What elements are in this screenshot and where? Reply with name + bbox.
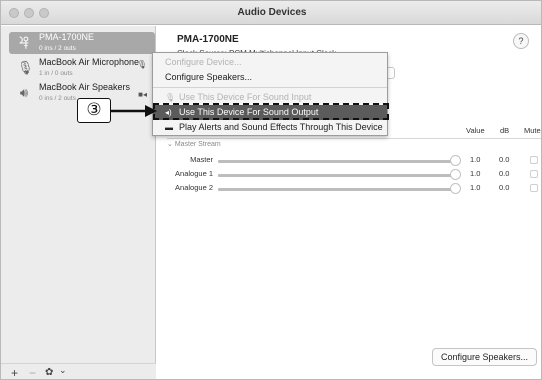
menu-item-configure-speakers[interactable]: Configure Speakers... xyxy=(153,70,387,85)
usb-icon: ⯠ xyxy=(19,35,29,50)
audio-devices-window: Audio Devices ⯠ PMA-1700NE 0 ins / 2 out… xyxy=(0,0,542,380)
help-button[interactable]: ? xyxy=(513,33,529,49)
device-item-pma-1700ne[interactable]: ⯠ PMA-1700NE 0 ins / 2 outs xyxy=(9,32,155,54)
channel-label: Master xyxy=(190,155,213,164)
menu-item-label: Configure Speakers... xyxy=(165,72,253,82)
db-readout: 0.0 xyxy=(499,155,510,164)
volume-row: Master 1.0 0.0 xyxy=(157,154,541,168)
device-name: MacBook Air Microphone xyxy=(39,57,140,67)
column-header-db: dB xyxy=(500,126,510,135)
menu-separator xyxy=(153,87,387,88)
value-readout: 1.0 xyxy=(470,169,481,178)
device-channels: 0 ins / 2 outs xyxy=(39,45,76,52)
value-readout: 1.0 xyxy=(470,155,481,164)
volume-slider-track[interactable] xyxy=(218,188,454,191)
mute-checkbox[interactable] xyxy=(530,184,538,192)
mute-checkbox[interactable] xyxy=(530,156,538,164)
device-channels: 1 in / 0 outs xyxy=(39,70,73,77)
microphone-icon: 🎙︎ xyxy=(17,60,34,75)
remove-device-button[interactable]: − xyxy=(29,366,36,379)
callout-arrow xyxy=(111,105,157,117)
configure-speakers-button[interactable]: Configure Speakers... xyxy=(431,348,537,366)
highlight-dashed-box xyxy=(153,103,389,120)
header-divider xyxy=(167,138,541,139)
device-item-macbook-air-microphone[interactable]: 🎙︎ MacBook Air Microphone 1 in / 0 outs … xyxy=(9,57,155,79)
menu-item-label: Configure Device... xyxy=(165,57,242,67)
output-default-icon: ■◂ xyxy=(138,90,147,99)
channel-label: Analogue 2 xyxy=(175,183,213,192)
input-default-icon: 🎙︎ xyxy=(136,60,147,69)
speaker-icon: 🔊︎ xyxy=(19,85,29,100)
device-list-sidebar: ⯠ PMA-1700NE 0 ins / 2 outs 🎙︎ MacBook A… xyxy=(1,26,156,379)
master-stream-group[interactable]: ⌄ Master Stream xyxy=(167,140,221,148)
db-readout: 0.0 xyxy=(499,169,510,178)
menu-item-play-alerts[interactable]: ▬ Play Alerts and Sound Effects Through … xyxy=(153,120,387,135)
stream-label: Master Stream xyxy=(174,141,221,148)
column-header-mute: Mute xyxy=(524,126,541,135)
window-title: Audio Devices xyxy=(237,7,307,18)
channel-label: Analogue 1 xyxy=(175,169,213,178)
volume-row: Analogue 2 1.0 0.0 xyxy=(157,182,541,196)
sidebar-toolbar: + − ✿ ⌄ xyxy=(1,363,156,379)
device-channels: 0 ins / 2 outs xyxy=(39,95,76,102)
device-title: PMA-1700NE xyxy=(177,34,239,45)
device-name: PMA-1700NE xyxy=(39,32,95,42)
title-bar: Audio Devices xyxy=(1,1,541,25)
column-header-value: Value xyxy=(466,126,485,135)
volume-slider-knob[interactable] xyxy=(450,155,461,166)
db-readout: 0.0 xyxy=(499,183,510,192)
disclosure-chevron-icon: ⌄ xyxy=(167,141,173,148)
device-name: MacBook Air Speakers xyxy=(39,82,131,92)
volume-row: Analogue 1 1.0 0.0 xyxy=(157,168,541,182)
value-readout: 1.0 xyxy=(470,183,481,192)
volume-slider-track[interactable] xyxy=(218,160,454,163)
chevron-down-icon[interactable]: ⌄ xyxy=(59,365,67,376)
menu-item-label: Play Alerts and Sound Effects Through Th… xyxy=(179,122,383,132)
volume-slider-knob[interactable] xyxy=(450,183,461,194)
gear-icon[interactable]: ✿ xyxy=(45,367,53,378)
mute-checkbox[interactable] xyxy=(530,170,538,178)
speech-bubble-icon: ▬ xyxy=(165,123,173,132)
step-callout: ③ xyxy=(77,98,111,123)
volume-slider-knob[interactable] xyxy=(450,169,461,180)
volume-slider-track[interactable] xyxy=(218,174,454,177)
add-device-button[interactable]: + xyxy=(11,366,18,379)
menu-item-configure-device[interactable]: Configure Device... xyxy=(153,55,387,70)
device-context-menu: Configure Device... Configure Speakers..… xyxy=(152,52,388,136)
